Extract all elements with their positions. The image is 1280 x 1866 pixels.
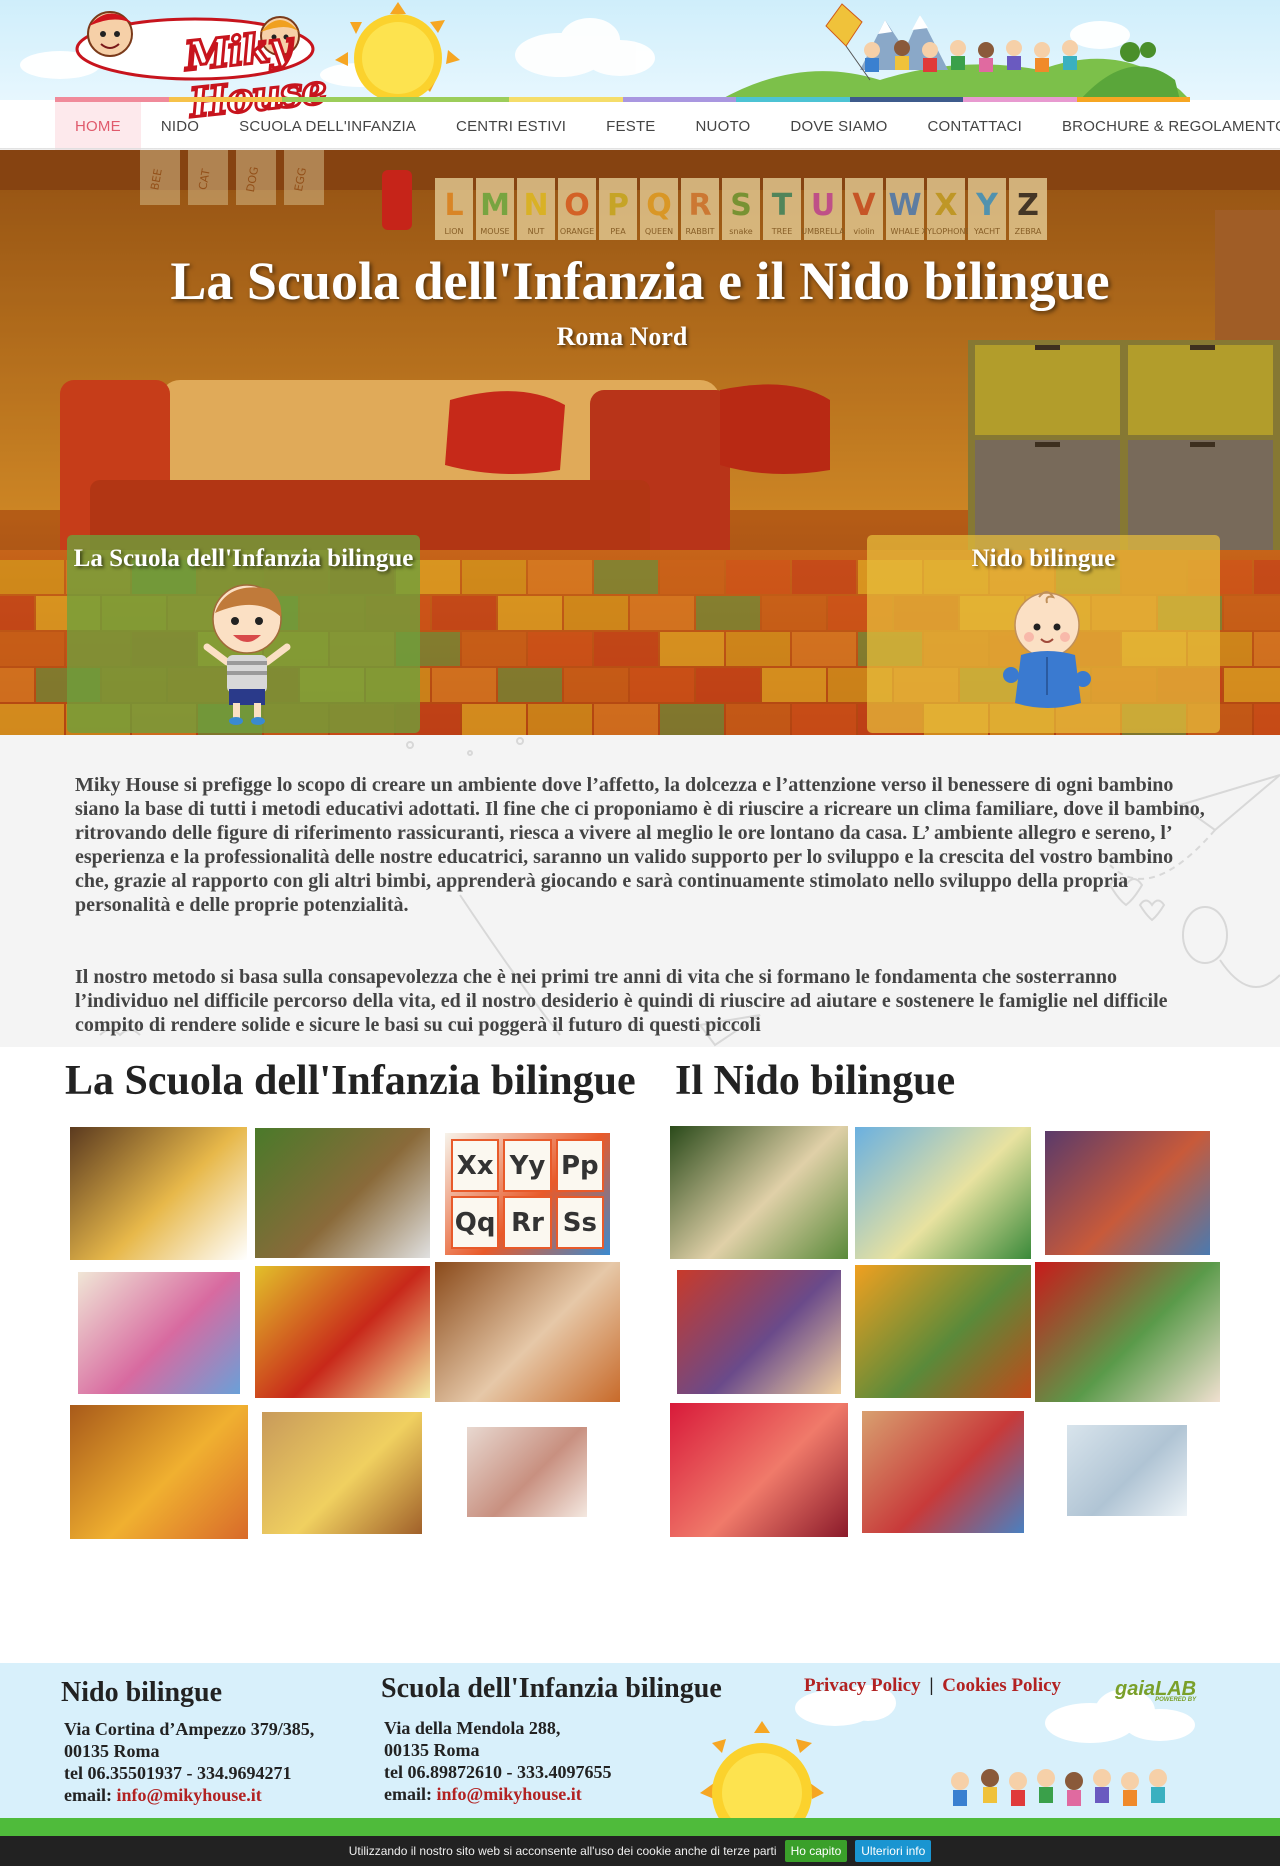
policy-links: Privacy Policy | Cookies Policy bbox=[804, 1675, 1061, 1697]
site-logo[interactable]: Miky House bbox=[75, 4, 330, 128]
infanzia-photo-3[interactable]: Xx Yy Pp Qq Rr Ss bbox=[445, 1133, 610, 1255]
footer-nido-tel: tel 06.35501937 - 334.9694271 bbox=[64, 1763, 292, 1783]
alphabet-photo-letter: Yy bbox=[503, 1139, 552, 1192]
nido-photo-8[interactable] bbox=[862, 1411, 1024, 1533]
infanzia-photo-7[interactable] bbox=[70, 1405, 248, 1539]
nido-photo-7[interactable] bbox=[670, 1403, 848, 1537]
sun-icon bbox=[700, 1721, 824, 1818]
alphabet-card-grid: Xx Yy Pp Qq Rr Ss bbox=[451, 1139, 604, 1249]
cookies-policy-link[interactable]: Cookies Policy bbox=[942, 1675, 1061, 1696]
cookie-consent-bar: Utilizzando il nostro sito web si accons… bbox=[0, 1836, 1280, 1866]
cookie-message: Utilizzando il nostro sito web si accons… bbox=[348, 1844, 777, 1858]
nido-photo-6[interactable] bbox=[1035, 1262, 1220, 1402]
footer-nido-title: Nido bilingue bbox=[61, 1677, 223, 1708]
footer-infanzia-email-label: email: bbox=[384, 1784, 432, 1804]
nido-photo-9[interactable] bbox=[1067, 1425, 1187, 1516]
nav-item-feste[interactable]: FESTE bbox=[586, 102, 675, 150]
hero-card-infanzia-title: La Scuola dell'Infanzia bilingue bbox=[73, 545, 414, 572]
footer-infanzia-email-link[interactable]: info@mikyhouse.it bbox=[436, 1784, 581, 1804]
footer-nido-email-link[interactable]: info@mikyhouse.it bbox=[116, 1785, 261, 1805]
boy-mascot-icon bbox=[203, 584, 291, 725]
nav-item-dove-siamo[interactable]: DOVE SIAMO bbox=[770, 102, 907, 150]
infanzia-photo-8[interactable] bbox=[262, 1412, 422, 1534]
hero-card-nido-title: Nido bilingue bbox=[971, 545, 1116, 572]
nav-item-nido[interactable]: NIDO bbox=[141, 102, 219, 150]
nido-photo-3[interactable] bbox=[1045, 1131, 1210, 1255]
alphabet-photo-letter: Rr bbox=[503, 1196, 552, 1249]
nido-photo-2[interactable] bbox=[855, 1127, 1031, 1259]
nav-item-brochure-regolamento[interactable]: BROCHURE & REGOLAMENTO bbox=[1042, 102, 1280, 150]
privacy-policy-link[interactable]: Privacy Policy bbox=[804, 1675, 921, 1696]
hero-subtitle: Roma Nord bbox=[556, 322, 688, 351]
nido-photo-1[interactable] bbox=[670, 1126, 848, 1259]
footer-infanzia-tel: tel 06.89872610 - 333.4097655 bbox=[384, 1762, 612, 1782]
main-navigation: HOME NIDO SCUOLA DELL'INFANZIA CENTRI ESTIV… bbox=[55, 102, 1280, 150]
nav-item-nuoto[interactable]: NUOTO bbox=[676, 102, 771, 150]
baby-mascot-icon bbox=[1003, 591, 1091, 708]
nav-item-contattaci[interactable]: CONTATTACI bbox=[907, 102, 1042, 150]
infanzia-photo-6[interactable] bbox=[435, 1262, 620, 1402]
intro-paragraph-2: Il nostro metodo si basa sulla consapevo… bbox=[75, 966, 1168, 1036]
powered-by-logo[interactable]: gaiaLAB POWERED BY bbox=[1115, 1678, 1196, 1703]
footer-infanzia-city: 00135 Roma bbox=[384, 1740, 480, 1760]
footer-nido-city: 00135 Roma bbox=[64, 1741, 160, 1761]
hero-banner: L LION M MOUSE N NUT O ORANGE P PEA Q QUEEN R RABBIT S… bbox=[0, 150, 1280, 735]
nido-photo-5[interactable] bbox=[855, 1265, 1031, 1398]
footer-green-bar bbox=[0, 1818, 1280, 1836]
hero-card-infanzia[interactable]: La Scuola dell'Infanzia bilingue bbox=[67, 535, 420, 733]
children-illustration bbox=[951, 1769, 1167, 1806]
infanzia-photo-4[interactable] bbox=[78, 1272, 240, 1394]
intro-paragraph-1: Miky House si prefigge lo scopo di crear… bbox=[75, 774, 1205, 916]
alphabet-photo-letter: Qq bbox=[451, 1196, 500, 1249]
footer-infanzia-address: Via della Mendola 288, bbox=[384, 1718, 561, 1738]
intro-section: Miky House si prefigge lo scopo di crear… bbox=[0, 735, 1280, 1047]
nav-item-centri-estivi[interactable]: CENTRI ESTIVI bbox=[436, 102, 586, 150]
alphabet-photo-letter: Ss bbox=[555, 1196, 604, 1249]
nav-item-scuola-dell-infanzia[interactable]: SCUOLA DELL'INFANZIA bbox=[219, 102, 436, 150]
gallery-infanzia-title: La Scuola dell'Infanzia bilingue bbox=[65, 1058, 636, 1104]
gallery-nido-title: Il Nido bilingue bbox=[675, 1058, 956, 1104]
footer-nido-address: Via Cortina d’Ampezzo 379/385, bbox=[64, 1719, 315, 1739]
footer-infanzia-email-row: email: info@mikyhouse.it bbox=[384, 1784, 582, 1805]
site-footer: Nido bilingue Via Cortina d’Ampezzo 379/… bbox=[0, 1663, 1280, 1818]
infanzia-photo-5[interactable] bbox=[255, 1266, 430, 1398]
cookie-more-info-button[interactable]: Ulteriori info bbox=[855, 1840, 932, 1862]
site-header: Miky House HOME NIDO SCUOLA DELL'INFANZIA C… bbox=[0, 0, 1280, 150]
footer-nido-email-label: email: bbox=[64, 1785, 112, 1805]
footer-nido-email-row: email: info@mikyhouse.it bbox=[64, 1785, 262, 1806]
footer-infanzia-title: Scuola dell'Infanzia bilingue bbox=[381, 1673, 722, 1704]
nido-photo-4[interactable] bbox=[677, 1270, 841, 1394]
hero-title: La Scuola dell'Infanzia e il Nido biling… bbox=[170, 251, 1110, 311]
infanzia-photo-1[interactable] bbox=[70, 1127, 247, 1260]
cookie-accept-button[interactable]: Ho capito bbox=[784, 1840, 848, 1862]
hero-card-nido[interactable]: Nido bilingue bbox=[867, 535, 1220, 733]
policy-separator: | bbox=[929, 1675, 934, 1696]
nav-item-home[interactable]: HOME bbox=[55, 102, 141, 150]
alphabet-photo-letter: Xx bbox=[451, 1139, 500, 1192]
alphabet-photo-letter: Pp bbox=[555, 1139, 604, 1192]
infanzia-photo-9[interactable] bbox=[467, 1427, 587, 1517]
infanzia-photo-2[interactable] bbox=[255, 1128, 430, 1258]
